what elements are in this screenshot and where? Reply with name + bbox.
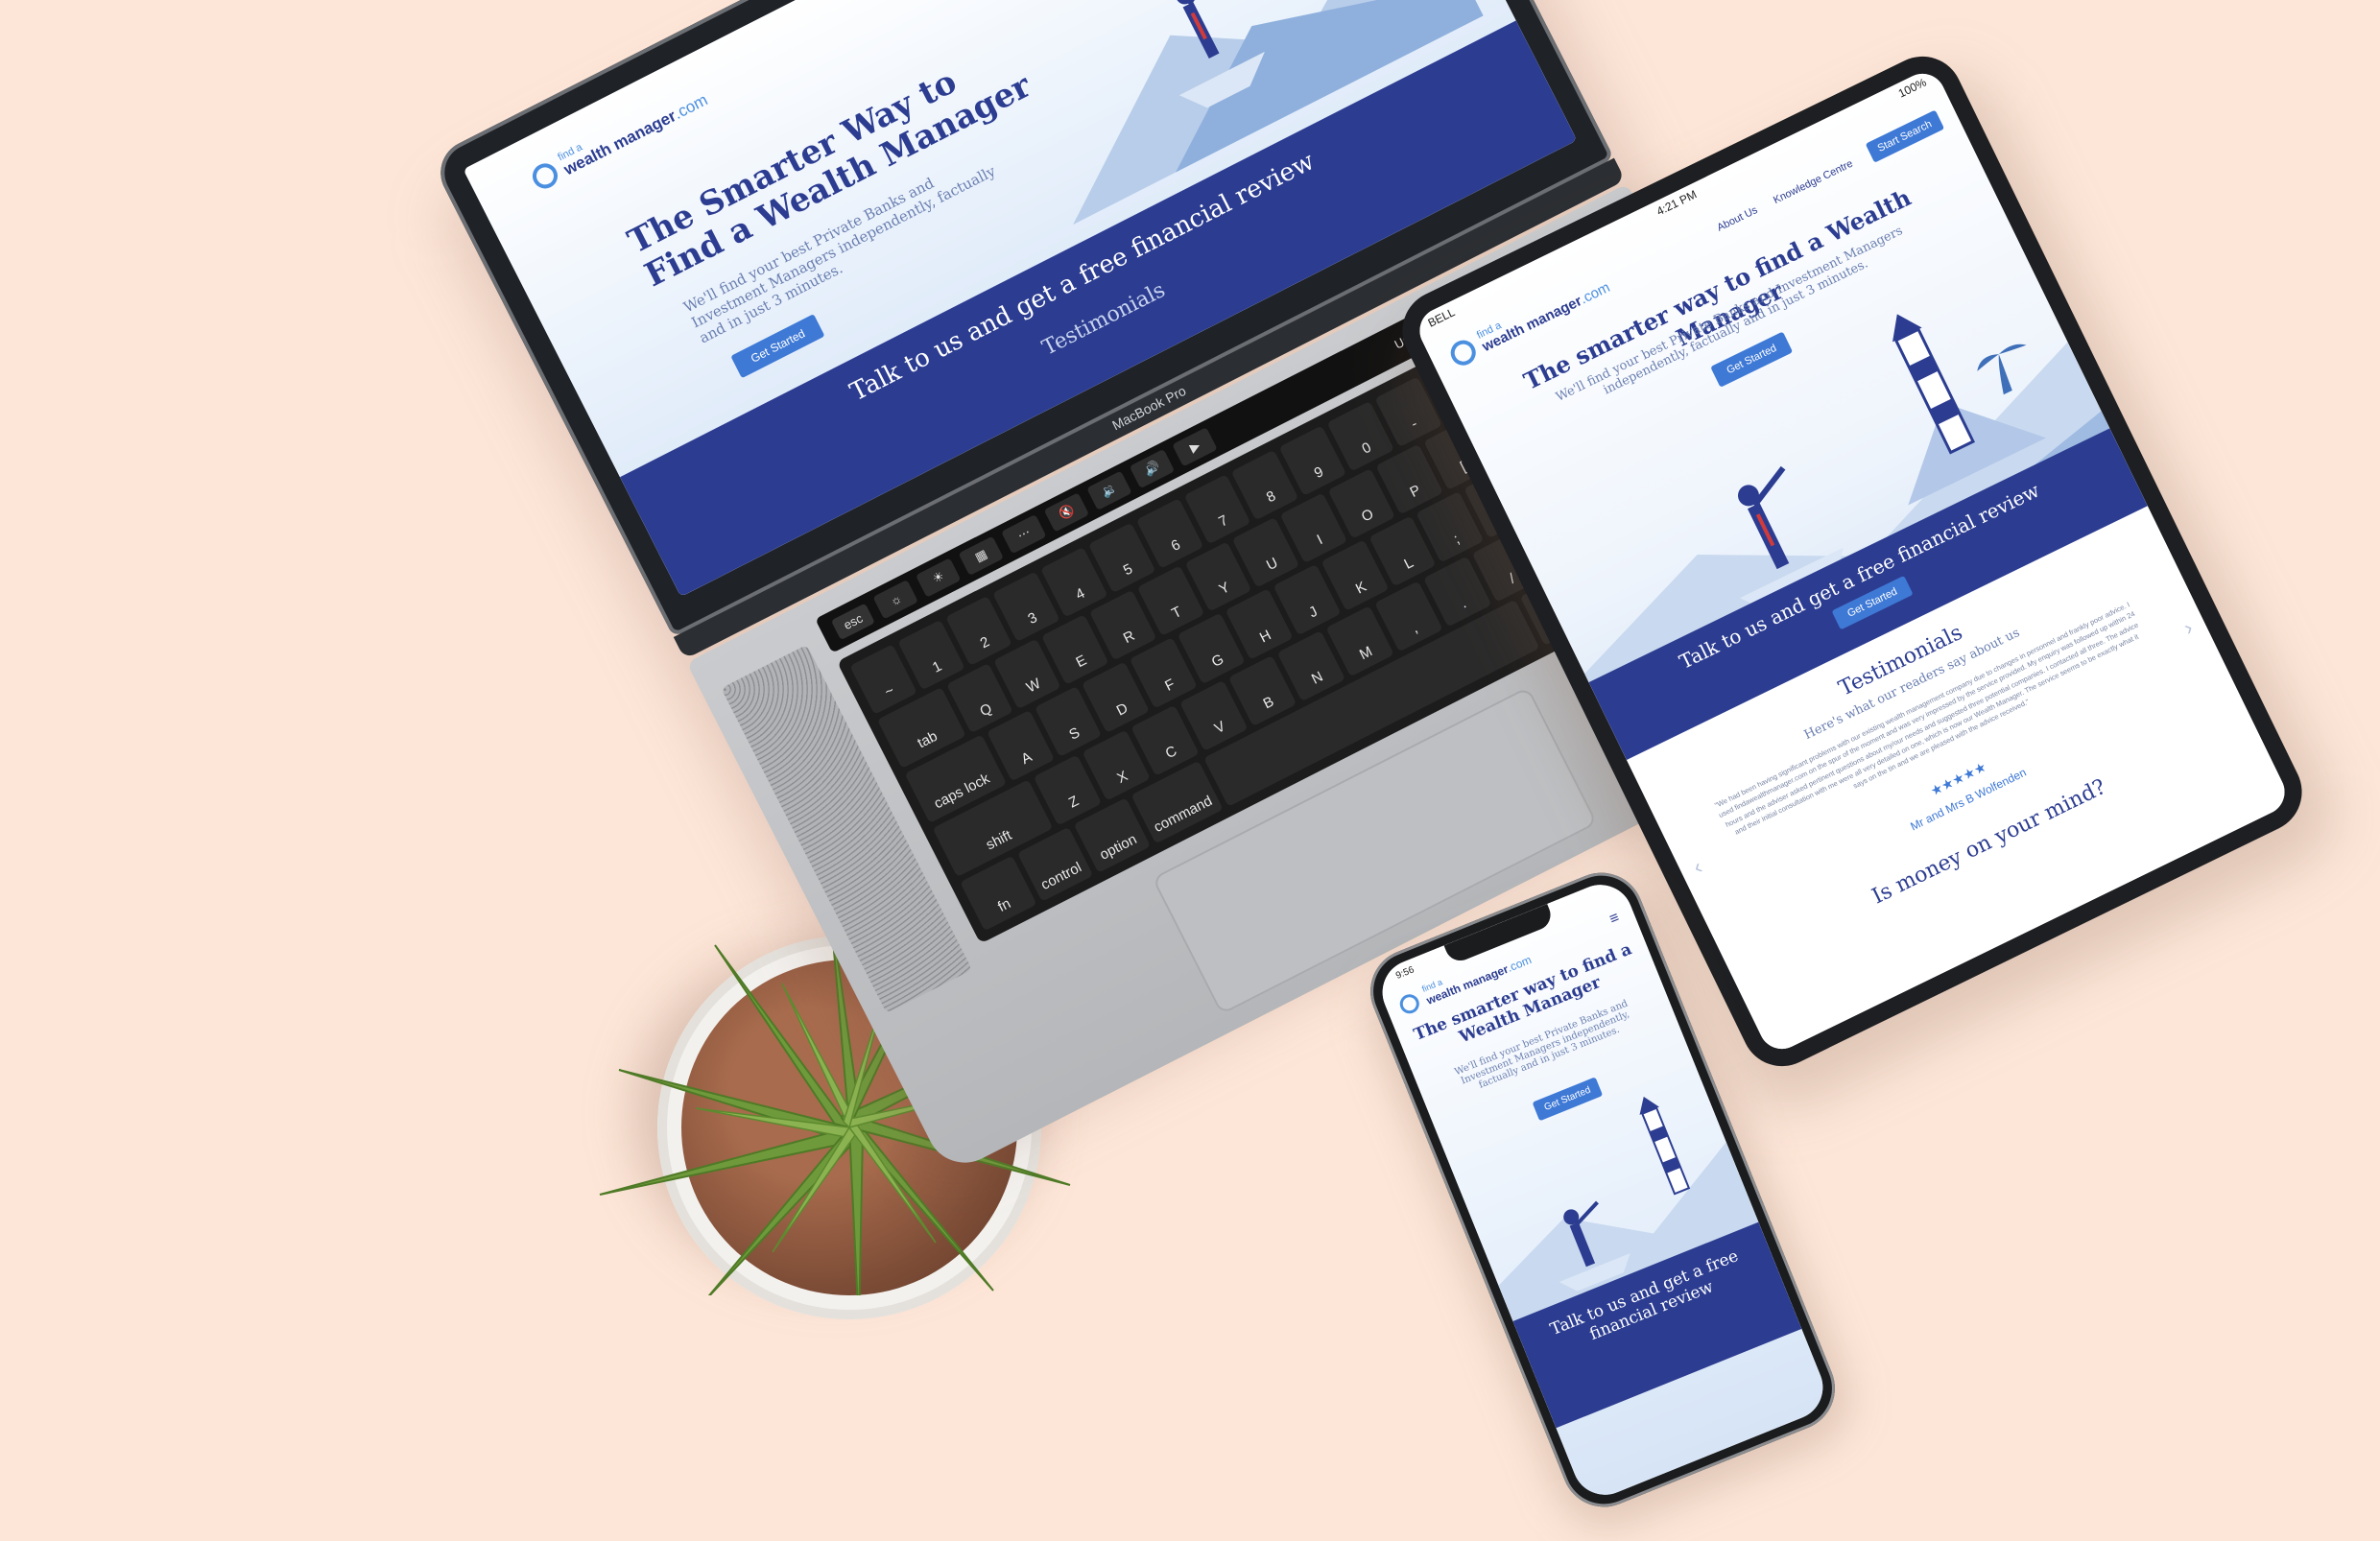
nav-about-us[interactable]: About Us [1715, 204, 1759, 234]
start-search-button[interactable]: Start Search [1865, 109, 1945, 163]
touchbar-esc-key[interactable]: esc [830, 602, 875, 640]
play-pause-icon[interactable]: ▶ [1172, 427, 1218, 467]
battery-label: 100% [1895, 75, 1929, 101]
nav-knowledge-centre[interactable]: Knowledge Centre [1772, 158, 1855, 206]
money-on-mind-heading: Is money on your mind? [1868, 774, 2110, 910]
brand-logo-icon [1446, 335, 1480, 369]
hamburger-menu-icon[interactable]: ≡ [1607, 910, 1622, 929]
carrier-label: BELL [1425, 305, 1458, 330]
mission-control-icon[interactable]: ▦ [958, 535, 1005, 576]
brand-logo-icon [1396, 990, 1422, 1016]
chevron-left-icon[interactable]: ‹ [1689, 854, 1706, 880]
volume-up-icon[interactable]: 🔊 [1129, 448, 1176, 489]
mute-icon[interactable]: 🔇 [1043, 492, 1090, 533]
volume-down-icon[interactable]: 🔉 [1086, 470, 1132, 510]
product-mockup-scene: find a wealth manager.com The Smarter Wa… [0, 0, 2380, 1541]
laptop-brand-logo[interactable]: find a wealth manager.com [528, 82, 710, 193]
brightness-up-icon[interactable]: ☀ [916, 557, 962, 598]
brand-logo-icon [528, 158, 562, 193]
chevron-right-icon[interactable]: › [2179, 615, 2197, 641]
status-time: 4:21 PM [1654, 187, 1700, 219]
brand-small-text: find a [556, 141, 584, 164]
launchpad-icon[interactable]: ⋯ [1001, 513, 1047, 555]
brightness-down-icon[interactable]: ☼ [872, 579, 919, 620]
phone-status-time: 9:56 [1394, 964, 1416, 982]
